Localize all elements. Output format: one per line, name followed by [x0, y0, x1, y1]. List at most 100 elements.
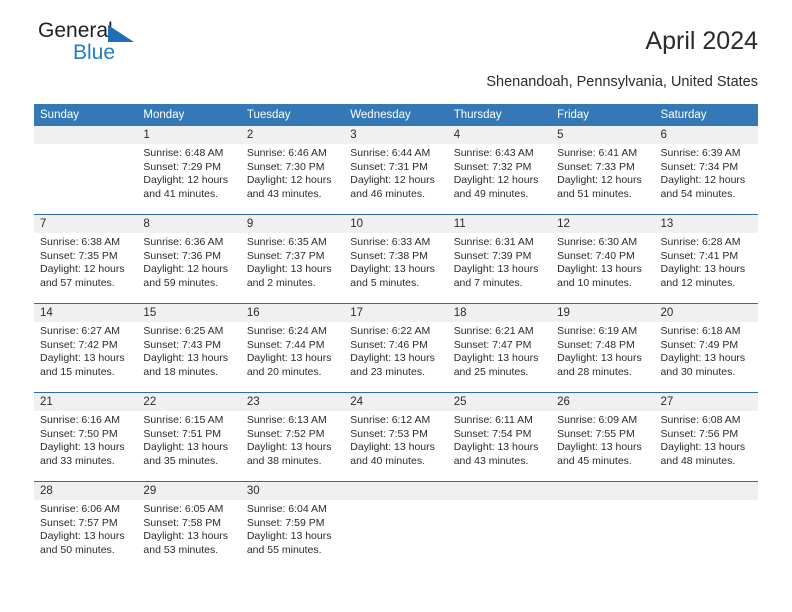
- weekday-header-thursday: Thursday: [453, 109, 502, 121]
- day-number: 14: [40, 307, 53, 319]
- sunrise-text: Sunrise: 6:24 AM: [246, 325, 327, 337]
- sunrise-text: Sunrise: 6:04 AM: [246, 503, 327, 515]
- daylight-text-line2: and 25 minutes.: [453, 365, 529, 378]
- day-cell-1[interactable]: 1 Sunrise: 6:48 AM Sunset: 7:29 PM Daylight…: [137, 126, 240, 214]
- sunset-text: Sunset: 7:41 PM: [660, 249, 739, 262]
- sunset-text: Sunset: 7:38 PM: [350, 249, 428, 262]
- day-cell-28[interactable]: 28 Sunrise: 6:06 AM Sunset: 7:57 PM Dayligh…: [34, 482, 137, 570]
- day-cell-29[interactable]: 29 Sunrise: 6:05 AM Sunset: 7:58 PM Dayligh…: [137, 482, 240, 570]
- sunrise-text: Sunrise: 6:28 AM: [660, 236, 741, 248]
- sunrise-text: Sunrise: 6:06 AM: [40, 503, 120, 515]
- day-cell-2[interactable]: 2 Sunrise: 6:46 AM Sunset: 7:30 PM Daylight…: [241, 126, 344, 214]
- sunset-text: Sunset: 7:32 PM: [453, 160, 532, 173]
- sunset-text: Sunset: 7:52 PM: [246, 427, 325, 440]
- general-blue-logo[interactable]: General Blue: [38, 20, 158, 72]
- day-cell-7[interactable]: 7 Sunrise: 6:38 AM Sunset: 7:35 PM Daylight…: [34, 215, 137, 303]
- calendar-week-row: 1 Sunrise: 6:48 AM Sunset: 7:29 PM Daylight…: [34, 126, 758, 214]
- day-cell-19[interactable]: 19 Sunrise: 6:19 AM Sunset: 7:48 PM Dayligh…: [551, 304, 654, 392]
- daylight-text-line2: and 46 minutes.: [350, 187, 425, 200]
- calendar-weeks: 1 Sunrise: 6:48 AM Sunset: 7:29 PM Daylight…: [34, 126, 758, 570]
- sunrise-text: Sunrise: 6:44 AM: [350, 147, 431, 159]
- sunrise-text: Sunrise: 6:12 AM: [350, 414, 431, 426]
- day-number: 18: [453, 307, 467, 319]
- day-cell-25[interactable]: 25 Sunrise: 6:11 AM Sunset: 7:54 PM Dayligh…: [448, 393, 551, 481]
- sunset-text: Sunset: 7:50 PM: [40, 427, 118, 440]
- day-number: [350, 482, 447, 500]
- sunset-text: Sunset: 7:57 PM: [40, 516, 118, 529]
- day-cell-30[interactable]: 30 Sunrise: 6:04 AM Sunset: 7:59 PM Dayligh…: [241, 482, 344, 570]
- day-cell-8[interactable]: 8 Sunrise: 6:36 AM Sunset: 7:36 PM Daylight…: [137, 215, 240, 303]
- day-cell-18[interactable]: 18 Sunrise: 6:21 AM Sunset: 7:47 PM Dayligh…: [448, 304, 551, 392]
- day-cell-20[interactable]: 20 Sunrise: 6:18 AM Sunset: 7:49 PM Dayligh…: [655, 304, 758, 392]
- day-cell-13[interactable]: 13 Sunrise: 6:28 AM Sunset: 7:41 PM Dayligh…: [655, 215, 758, 303]
- day-cell-15[interactable]: 15 Sunrise: 6:25 AM Sunset: 7:43 PM Dayligh…: [137, 304, 240, 392]
- calendar-week-cells: 28 Sunrise: 6:06 AM Sunset: 7:57 PM Dayligh…: [34, 482, 758, 570]
- day-details: Sunrise: 6:18 AM Sunset: 7:49 PM Daylight:…: [661, 325, 758, 379]
- daylight-text-line1: Daylight: 12 hours: [143, 174, 229, 187]
- weekday-header-monday: Monday: [143, 109, 185, 121]
- sunrise-text: Sunrise: 6:35 AM: [246, 236, 327, 248]
- daylight-text-line1: Daylight: 13 hours: [40, 352, 125, 365]
- daylight-text-line1: Daylight: 13 hours: [350, 441, 435, 454]
- day-cell-12[interactable]: 12 Sunrise: 6:30 AM Sunset: 7:40 PM Dayligh…: [551, 215, 654, 303]
- day-cell-6[interactable]: 6 Sunrise: 6:39 AM Sunset: 7:34 PM Daylight…: [655, 126, 758, 214]
- calendar-week-cells: 14 Sunrise: 6:27 AM Sunset: 7:42 PM Dayligh…: [34, 304, 758, 392]
- sunrise-text: Sunrise: 6:33 AM: [350, 236, 431, 248]
- day-cell-4[interactable]: 4 Sunrise: 6:43 AM Sunset: 7:32 PM Daylight…: [448, 126, 551, 214]
- day-cell-9[interactable]: 9 Sunrise: 6:35 AM Sunset: 7:37 PM Daylight…: [241, 215, 344, 303]
- day-details: Sunrise: 6:28 AM Sunset: 7:41 PM Daylight:…: [661, 236, 758, 290]
- day-cell-14[interactable]: 14 Sunrise: 6:27 AM Sunset: 7:42 PM Dayligh…: [34, 304, 137, 392]
- daylight-text-line1: Daylight: 12 hours: [350, 174, 435, 187]
- sunrise-text: Sunrise: 6:18 AM: [660, 325, 741, 337]
- day-cell-26[interactable]: 26 Sunrise: 6:09 AM Sunset: 7:55 PM Dayligh…: [551, 393, 654, 481]
- daylight-text-line2: and 7 minutes.: [453, 276, 523, 289]
- day-cell-21[interactable]: 21 Sunrise: 6:16 AM Sunset: 7:50 PM Dayligh…: [34, 393, 137, 481]
- sunrise-text: Sunrise: 6:13 AM: [246, 414, 327, 426]
- daylight-text-line2: and 55 minutes.: [246, 543, 322, 556]
- day-number: 13: [660, 218, 674, 230]
- day-number: 19: [557, 307, 570, 319]
- day-details: Sunrise: 6:31 AM Sunset: 7:39 PM Daylight:…: [454, 236, 551, 290]
- day-number: 4: [453, 129, 461, 141]
- sunrise-text: Sunrise: 6:09 AM: [557, 414, 638, 426]
- day-details: Sunrise: 6:25 AM Sunset: 7:43 PM Daylight:…: [143, 325, 240, 379]
- day-cell-24[interactable]: 24 Sunrise: 6:12 AM Sunset: 7:53 PM Dayligh…: [344, 393, 447, 481]
- weekday-header-wednesday: Wednesday: [350, 109, 411, 121]
- sunset-text: Sunset: 7:59 PM: [246, 516, 325, 529]
- daylight-text-line1: Daylight: 12 hours: [246, 174, 332, 187]
- day-cell-17[interactable]: 17 Sunrise: 6:22 AM Sunset: 7:46 PM Dayligh…: [344, 304, 447, 392]
- daylight-text-line1: Daylight: 13 hours: [246, 441, 332, 454]
- day-cell-23[interactable]: 23 Sunrise: 6:13 AM Sunset: 7:52 PM Dayligh…: [241, 393, 344, 481]
- day-cell-10[interactable]: 10 Sunrise: 6:33 AM Sunset: 7:38 PM Dayligh…: [344, 215, 447, 303]
- sunrise-text: Sunrise: 6:08 AM: [660, 414, 741, 426]
- weekday-header-tuesday: Tuesday: [246, 109, 291, 121]
- day-cell-3[interactable]: 3 Sunrise: 6:44 AM Sunset: 7:31 PM Daylight…: [344, 126, 447, 214]
- logo-text-general: General: [38, 19, 113, 42]
- sunset-text: Sunset: 7:54 PM: [453, 427, 532, 440]
- day-cell-16[interactable]: 16 Sunrise: 6:24 AM Sunset: 7:44 PM Dayligh…: [241, 304, 344, 392]
- daylight-text-line1: Daylight: 13 hours: [350, 352, 435, 365]
- day-details: Sunrise: 6:11 AM Sunset: 7:54 PM Daylight:…: [454, 414, 551, 468]
- day-number: 29: [143, 485, 157, 497]
- day-cell-5[interactable]: 5 Sunrise: 6:41 AM Sunset: 7:33 PM Daylight…: [551, 126, 654, 214]
- daylight-text-line2: and 35 minutes.: [143, 454, 219, 467]
- sunset-text: Sunset: 7:42 PM: [40, 338, 118, 351]
- daylight-text-line1: Daylight: 12 hours: [40, 263, 125, 276]
- day-number: 5: [557, 129, 564, 141]
- daylight-text-line1: Daylight: 13 hours: [660, 441, 746, 454]
- day-number: 21: [40, 396, 53, 408]
- logo-text-blue: Blue: [73, 41, 116, 64]
- daylight-text-line2: and 43 minutes.: [246, 187, 322, 200]
- day-cell-27[interactable]: 27 Sunrise: 6:08 AM Sunset: 7:56 PM Dayligh…: [655, 393, 758, 481]
- calendar-week-cells: 7 Sunrise: 6:38 AM Sunset: 7:35 PM Daylight…: [34, 215, 758, 303]
- sunset-text: Sunset: 7:31 PM: [350, 160, 428, 173]
- day-cell-22[interactable]: 22 Sunrise: 6:15 AM Sunset: 7:51 PM Dayligh…: [137, 393, 240, 481]
- logo-triangle-icon: [108, 25, 134, 42]
- sunrise-text: Sunrise: 6:27 AM: [40, 325, 120, 337]
- calendar-week-row: 28 Sunrise: 6:06 AM Sunset: 7:57 PM Dayligh…: [34, 481, 758, 570]
- sunset-text: Sunset: 7:30 PM: [246, 160, 325, 173]
- day-details: Sunrise: 6:48 AM Sunset: 7:29 PM Daylight:…: [143, 147, 240, 201]
- daylight-text-line2: and 23 minutes.: [350, 365, 425, 378]
- day-cell-11[interactable]: 11 Sunrise: 6:31 AM Sunset: 7:39 PM Dayligh…: [448, 215, 551, 303]
- day-details: Sunrise: 6:43 AM Sunset: 7:32 PM Daylight:…: [454, 147, 551, 201]
